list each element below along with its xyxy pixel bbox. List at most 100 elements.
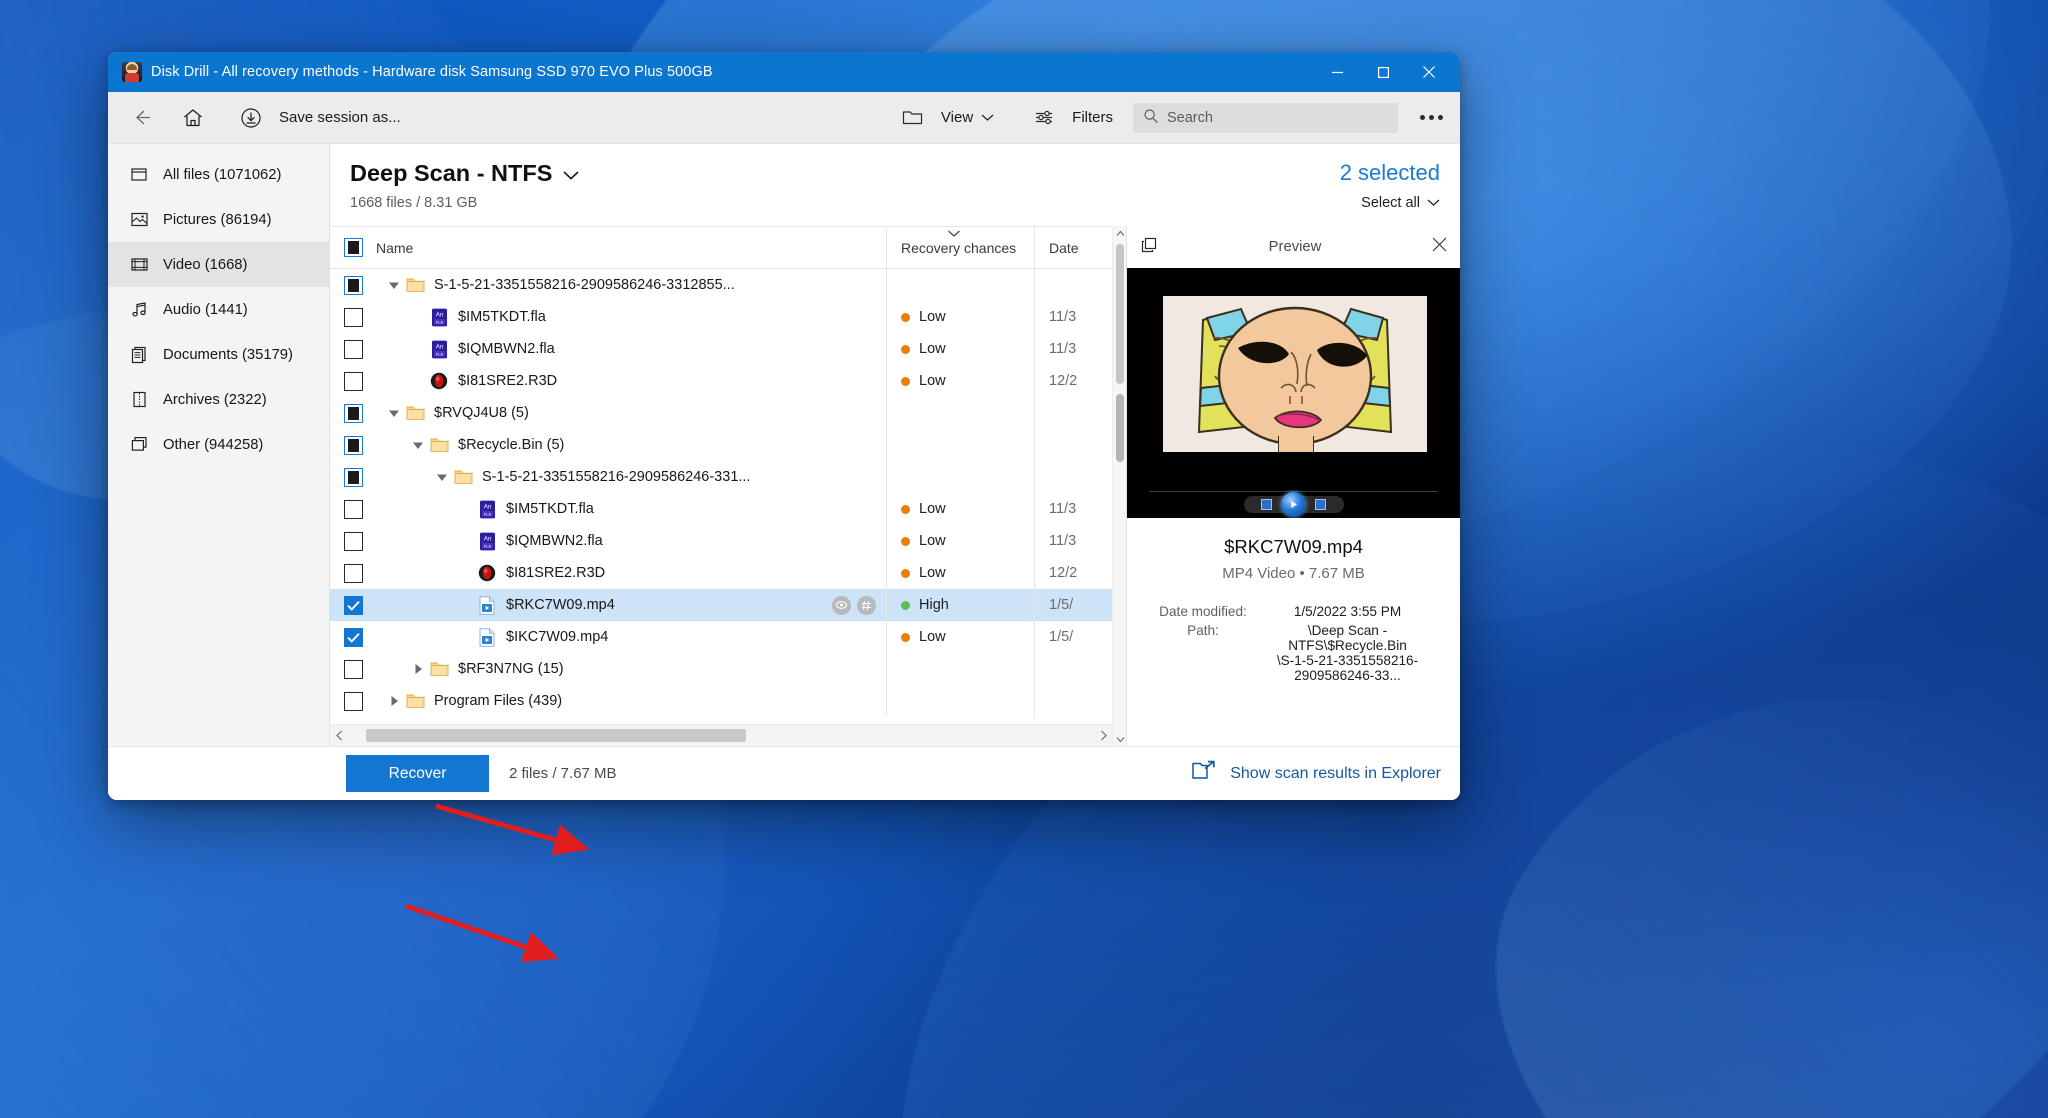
vscroll-thumb[interactable]	[1116, 244, 1124, 384]
row-name-cell[interactable]: Program Files (439)	[376, 693, 886, 709]
row-checkbox[interactable]	[330, 403, 376, 423]
chevron-down-icon[interactable]	[562, 160, 580, 187]
sidebar-item-documents[interactable]: Documents (35179)	[108, 332, 329, 377]
column-header-name[interactable]: Name	[376, 240, 886, 256]
row-checkbox[interactable]	[330, 627, 376, 647]
row-name-cell[interactable]: $Recycle.Bin (5)	[376, 437, 886, 453]
table-row[interactable]: Program Files (439)	[330, 685, 1112, 717]
detach-window-icon[interactable]	[1139, 235, 1159, 260]
video-controls[interactable]	[1243, 492, 1344, 517]
row-name-cell[interactable]: $RVQJ4U8 (5)	[376, 405, 886, 421]
table-row[interactable]: $RVQJ4U8 (5)	[330, 397, 1112, 429]
video-snapshot-icon[interactable]	[1261, 499, 1272, 510]
column-header-date[interactable]: Date	[1034, 227, 1112, 268]
row-name-cell[interactable]: $IKC7W09.mp4	[376, 627, 886, 647]
home-icon[interactable]	[173, 98, 213, 138]
row-checkbox[interactable]	[330, 435, 376, 455]
close-icon[interactable]	[1431, 236, 1448, 258]
table-row[interactable]: $I81SRE2.R3D Low 12/2	[330, 365, 1112, 397]
row-name-cell[interactable]: S-1-5-21-3351558216-2909586246-3312855..…	[376, 277, 886, 293]
minimize-icon[interactable]	[1314, 52, 1360, 92]
select-all-checkbox[interactable]	[330, 238, 376, 257]
sidebar-item-archives[interactable]: Archives (2322)	[108, 377, 329, 422]
table-row[interactable]: An FLA $IQMBWN2.fla Low 11/3	[330, 525, 1112, 557]
scroll-up-arrow-icon[interactable]	[1113, 226, 1127, 240]
row-name-cell[interactable]: $I81SRE2.R3D	[376, 564, 886, 582]
vertical-scrollbar[interactable]	[1112, 226, 1126, 746]
sidebar-item-pictures[interactable]: Pictures (86194)	[108, 197, 329, 242]
sidebar-item-all-files[interactable]: All files (1071062)	[108, 152, 329, 197]
play-icon[interactable]	[1281, 492, 1306, 517]
row-checkbox[interactable]	[330, 275, 376, 295]
sidebar-item-audio[interactable]: Audio (1441)	[108, 287, 329, 332]
row-checkbox[interactable]	[330, 499, 376, 519]
show-in-explorer-button[interactable]: Show scan results in Explorer	[1191, 760, 1441, 787]
row-checkbox[interactable]	[330, 467, 376, 487]
column-header-name-label: Name	[376, 239, 414, 256]
page-title[interactable]: Deep Scan - NTFS	[350, 160, 580, 187]
table-row[interactable]: An FLA $IQMBWN2.fla Low 11/3	[330, 333, 1112, 365]
table-row[interactable]: S-1-5-21-3351558216-2909586246-331...	[330, 461, 1112, 493]
row-name-cell[interactable]: $RKC7W09.mp4	[376, 595, 886, 615]
column-header-recovery-chances[interactable]: Recovery chances	[886, 227, 1034, 268]
table-row[interactable]: $RF3N7NG (15)	[330, 653, 1112, 685]
hash-icon[interactable]	[857, 595, 876, 615]
table-row[interactable]: An FLA $IM5TKDT.fla Low 11/3	[330, 301, 1112, 333]
scroll-right-arrow-icon[interactable]	[1094, 730, 1112, 741]
row-checkbox[interactable]	[330, 659, 376, 679]
row-checkbox[interactable]	[330, 531, 376, 551]
chevron-expanded-icon[interactable]	[432, 473, 452, 482]
table-row[interactable]: $IKC7W09.mp4 Low 1/5/	[330, 621, 1112, 653]
view-button[interactable]: View	[893, 98, 994, 138]
annotation-arrow-scrollbar	[405, 903, 559, 963]
back-arrow-icon[interactable]	[121, 98, 161, 138]
row-name-cell[interactable]: An FLA $IM5TKDT.fla	[376, 308, 886, 327]
row-name-cell[interactable]: $RF3N7NG (15)	[376, 661, 886, 677]
hscroll-track[interactable]	[348, 729, 1094, 742]
category-sidebar: All files (1071062) Pictures (86194) Vid…	[108, 144, 330, 746]
table-row[interactable]: $RKC7W09.mp4 High 1/5/	[330, 589, 1112, 621]
row-name-cell[interactable]: An FLA $IQMBWN2.fla	[376, 532, 886, 551]
sidebar-item-other[interactable]: Other (944258)	[108, 422, 329, 467]
row-name-cell[interactable]: S-1-5-21-3351558216-2909586246-331...	[376, 469, 886, 485]
row-checkbox[interactable]	[330, 563, 376, 583]
chevron-collapsed-icon[interactable]	[384, 695, 404, 707]
preview-media-area[interactable]	[1127, 268, 1460, 518]
table-row[interactable]: S-1-5-21-3351558216-2909586246-3312855..…	[330, 269, 1112, 301]
ellipsis-icon[interactable]	[1408, 98, 1454, 138]
filters-button[interactable]: Filters	[1024, 98, 1113, 138]
chevron-expanded-icon[interactable]	[408, 441, 428, 450]
chevron-expanded-icon[interactable]	[384, 409, 404, 418]
close-icon[interactable]	[1406, 52, 1452, 92]
horizontal-scrollbar[interactable]	[330, 724, 1112, 746]
search-input[interactable]: Search	[1133, 102, 1398, 133]
row-checkbox[interactable]	[330, 371, 376, 391]
table-row[interactable]: An FLA $IM5TKDT.fla Low 11/3	[330, 493, 1112, 525]
chevron-expanded-icon[interactable]	[384, 281, 404, 290]
checkbox-unchecked	[343, 563, 363, 583]
sidebar-item-video[interactable]: Video (1668)	[108, 242, 329, 287]
maximize-icon[interactable]	[1360, 52, 1406, 92]
row-checkbox[interactable]	[330, 595, 376, 615]
hscroll-thumb[interactable]	[366, 729, 746, 742]
select-all-button[interactable]: Select all	[1340, 195, 1440, 211]
row-name-cell[interactable]: $I81SRE2.R3D	[376, 372, 886, 390]
row-name-cell[interactable]: An FLA $IM5TKDT.fla	[376, 500, 886, 519]
row-checkbox[interactable]	[330, 307, 376, 327]
vscroll-thumb-secondary[interactable]	[1116, 394, 1124, 462]
row-name-cell[interactable]: An FLA $IQMBWN2.fla	[376, 340, 886, 359]
save-session-button[interactable]: Save session as...	[231, 98, 401, 138]
row-checkbox[interactable]	[330, 339, 376, 359]
scroll-down-arrow-icon[interactable]	[1113, 732, 1127, 746]
table-row[interactable]: $I81SRE2.R3D Low 12/2	[330, 557, 1112, 589]
eye-icon[interactable]	[832, 595, 851, 615]
scroll-left-arrow-icon[interactable]	[330, 730, 348, 741]
window-titlebar[interactable]: Disk Drill - All recovery methods - Hard…	[108, 52, 1460, 92]
chevron-collapsed-icon[interactable]	[408, 663, 428, 675]
recover-button[interactable]: Recover	[346, 755, 489, 792]
table-row[interactable]: $Recycle.Bin (5)	[330, 429, 1112, 461]
row-checkbox[interactable]	[330, 691, 376, 711]
checkbox-partial	[343, 275, 363, 295]
video-fullscreen-icon[interactable]	[1315, 499, 1326, 510]
row-filename: Program Files (439)	[434, 693, 563, 709]
